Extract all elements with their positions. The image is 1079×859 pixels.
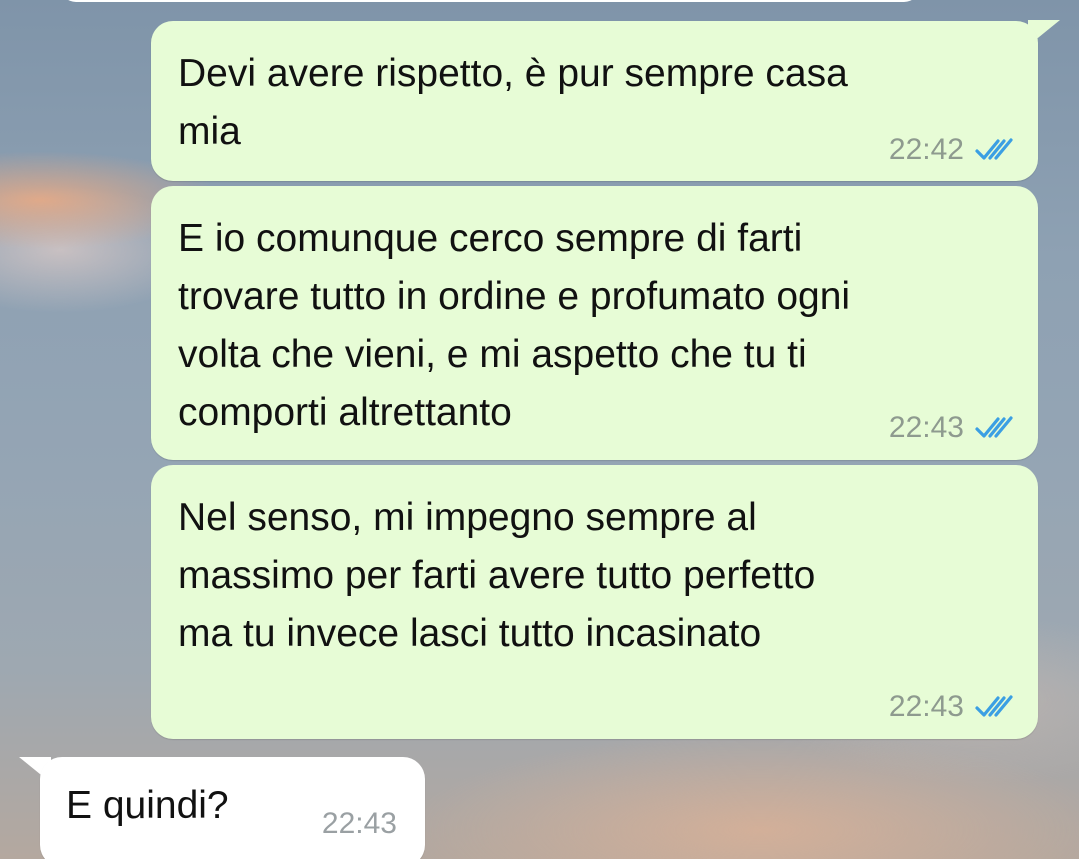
outgoing-message[interactable]: Devi avere rispetto, è pur sempre casa m… bbox=[151, 21, 1038, 181]
outgoing-message[interactable]: E io comunque cerco sempre di farti trov… bbox=[151, 186, 1038, 460]
message-time: 22:42 bbox=[888, 133, 964, 166]
outgoing-message[interactable]: Nel senso, mi impegno sempre al massimo … bbox=[151, 465, 1038, 739]
message-text: E io comunque cerco sempre di farti trov… bbox=[178, 217, 851, 434]
message-text: Devi avere rispetto, è pur sempre casa m… bbox=[178, 52, 848, 153]
message-time: 22:43 bbox=[888, 411, 964, 444]
double-check-icon bbox=[975, 695, 1013, 717]
message-meta: 22:42 bbox=[889, 133, 1016, 167]
message-text: Nel senso, mi impegno sempre al massimo … bbox=[178, 496, 816, 655]
message-meta: 22:43 bbox=[889, 690, 1016, 724]
previous-message-bubble-edge bbox=[60, 0, 920, 2]
message-time: 22:43 bbox=[888, 690, 964, 723]
double-check-icon bbox=[975, 416, 1013, 438]
incoming-message[interactable]: E quindi? 22:43 bbox=[40, 757, 425, 859]
message-text: E quindi? bbox=[66, 784, 229, 827]
double-check-icon bbox=[975, 138, 1013, 160]
message-meta: 22:43 bbox=[322, 807, 397, 841]
message-meta: 22:43 bbox=[889, 411, 1016, 445]
message-time: 22:43 bbox=[321, 807, 397, 840]
